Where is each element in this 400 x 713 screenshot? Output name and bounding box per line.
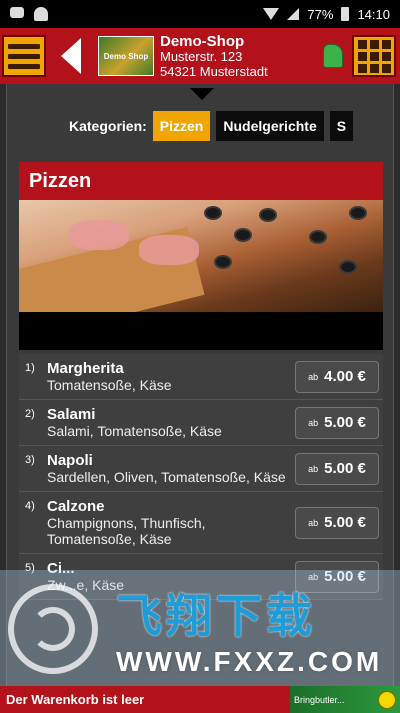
list-item[interactable]: 4) Calzone Champignons, Thunfisch, Tomat… — [19, 492, 383, 554]
menu-button[interactable] — [2, 35, 46, 77]
item-number: 3) — [25, 454, 35, 466]
price-prefix: ab — [308, 371, 319, 382]
bringbutler-label: Bringbutler... — [294, 694, 345, 705]
watermark-logo-icon — [8, 584, 98, 674]
thumbs-up-icon[interactable] — [318, 36, 348, 76]
item-number: 2) — [25, 408, 35, 420]
grid-menu-button[interactable] — [352, 35, 396, 77]
watermark-url: WWW.FXXZ.COM — [116, 646, 383, 677]
item-title: Margherita — [47, 360, 124, 377]
price-value: 5.00 € — [324, 414, 366, 431]
wifi-icon — [263, 8, 280, 20]
app-header: Demo Shop Demo-Shop Musterstr. 123 54321… — [0, 28, 400, 84]
price-prefix: ab — [308, 463, 319, 474]
price-value: 5.00 € — [324, 514, 366, 531]
shop-city: 54321 Musterstadt — [160, 63, 268, 79]
list-item[interactable]: 3) Napoli Sardellen, Oliven, Tomatensoße… — [19, 446, 383, 492]
item-title: Salami — [47, 406, 96, 423]
item-title: Napoli — [47, 452, 93, 469]
status-bar: 77% 14:10 — [0, 0, 400, 28]
item-number: 1) — [25, 362, 35, 374]
item-title: Calzone — [47, 498, 105, 515]
price-prefix: ab — [308, 517, 319, 528]
watermark-overlay: 飞翔下载 WWW.FXXZ.COM — [0, 570, 400, 688]
section-title: Pizzen — [19, 162, 383, 200]
price-button[interactable]: ab 5.00 € — [295, 506, 379, 539]
item-number: 4) — [25, 500, 35, 512]
bringbutler-logo-icon — [378, 690, 396, 709]
shop-street: Musterstr. 123 — [160, 48, 243, 64]
watermark-title: 飞翔下载 — [116, 590, 316, 642]
footer-bar: Der Warenkorb ist leer Bringbutler... — [0, 686, 400, 713]
pizza-image — [19, 200, 383, 312]
price-button[interactable]: ab 5.00 € — [295, 452, 379, 485]
cart-status[interactable]: Der Warenkorb ist leer — [0, 692, 144, 707]
shop-logo: Demo Shop — [98, 36, 154, 76]
item-description: Champignons, Thunfisch, Tomatensoße, Käs… — [47, 515, 206, 547]
price-button[interactable]: ab 4.00 € — [295, 360, 379, 393]
tab-next-category[interactable]: S — [329, 111, 354, 141]
signal-icon — [287, 8, 300, 20]
shop-name: Demo-Shop — [160, 32, 245, 50]
clock: 14:10 — [357, 6, 390, 22]
list-item[interactable]: 2) Salami Salami, Tomatensoße, Käse ab 5… — [19, 400, 383, 446]
price-button[interactable]: ab 5.00 € — [295, 406, 379, 439]
image-notification-icon — [10, 7, 24, 18]
back-button[interactable] — [56, 35, 86, 77]
shop-info: Demo-Shop Musterstr. 123 54321 Mustersta… — [160, 34, 268, 79]
tab-pizzen[interactable]: Pizzen — [152, 111, 211, 141]
pizza-section: Pizzen — [19, 162, 383, 350]
image-caption-bar — [19, 312, 383, 350]
hamburger-icon — [8, 43, 40, 49]
menu-items-list: 1) Margherita Tomatensoße, Käse ab 4.00 … — [19, 354, 383, 600]
back-arrow-icon — [61, 38, 81, 74]
item-description: Tomatensoße, Käse — [47, 377, 172, 393]
pointer-arrow-icon — [190, 88, 214, 100]
price-value: 5.00 € — [324, 460, 366, 477]
category-bar: Kategorien: Pizzen Nudelgerichte S — [7, 110, 393, 142]
price-value: 4.00 € — [324, 368, 366, 385]
battery-percent: 77% — [307, 6, 334, 22]
price-prefix: ab — [308, 417, 319, 428]
battery-icon — [341, 7, 350, 21]
item-description: Salami, Tomatensoße, Käse — [47, 423, 222, 439]
categories-label: Kategorien: — [69, 118, 147, 134]
tab-nudelgerichte[interactable]: Nudelgerichte — [216, 111, 324, 141]
bringbutler-banner[interactable]: Bringbutler... — [290, 686, 400, 713]
android-notification-icon — [34, 7, 48, 21]
item-description: Sardellen, Oliven, Tomatensoße, Käse — [47, 469, 286, 485]
list-item[interactable]: 1) Margherita Tomatensoße, Käse ab 4.00 … — [19, 354, 383, 400]
